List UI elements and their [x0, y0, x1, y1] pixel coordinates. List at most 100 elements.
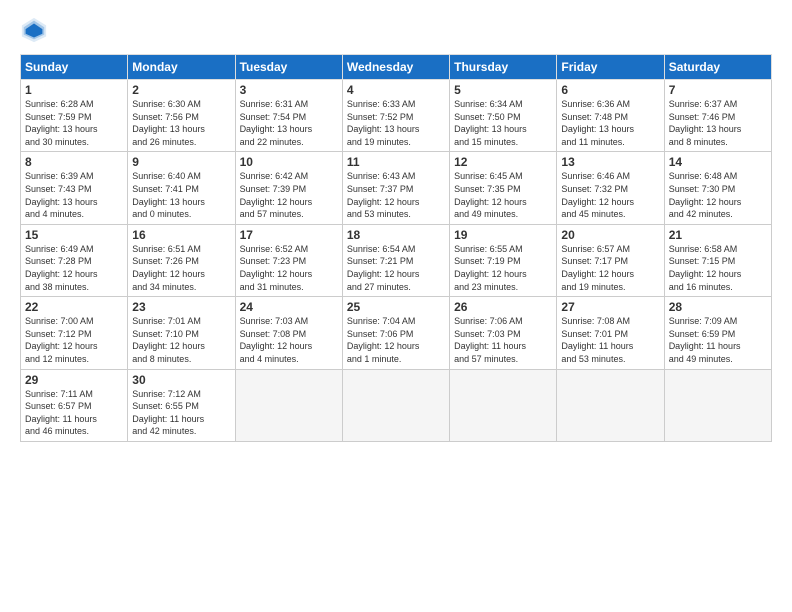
day-info: Sunrise: 6:46 AM Sunset: 7:32 PM Dayligh…	[561, 170, 659, 220]
day-cell: 1Sunrise: 6:28 AM Sunset: 7:59 PM Daylig…	[21, 80, 128, 152]
day-info: Sunrise: 7:00 AM Sunset: 7:12 PM Dayligh…	[25, 315, 123, 365]
day-cell: 14Sunrise: 6:48 AM Sunset: 7:30 PM Dayli…	[664, 152, 771, 224]
day-info: Sunrise: 6:48 AM Sunset: 7:30 PM Dayligh…	[669, 170, 767, 220]
day-number: 3	[240, 83, 338, 97]
day-info: Sunrise: 7:04 AM Sunset: 7:06 PM Dayligh…	[347, 315, 445, 365]
day-number: 17	[240, 228, 338, 242]
week-row-3: 15Sunrise: 6:49 AM Sunset: 7:28 PM Dayli…	[21, 224, 772, 296]
header-sunday: Sunday	[21, 55, 128, 80]
day-cell: 15Sunrise: 6:49 AM Sunset: 7:28 PM Dayli…	[21, 224, 128, 296]
day-info: Sunrise: 6:37 AM Sunset: 7:46 PM Dayligh…	[669, 98, 767, 148]
day-number: 24	[240, 300, 338, 314]
day-cell: 9Sunrise: 6:40 AM Sunset: 7:41 PM Daylig…	[128, 152, 235, 224]
day-cell	[557, 369, 664, 441]
day-info: Sunrise: 6:39 AM Sunset: 7:43 PM Dayligh…	[25, 170, 123, 220]
day-cell: 8Sunrise: 6:39 AM Sunset: 7:43 PM Daylig…	[21, 152, 128, 224]
week-row-1: 1Sunrise: 6:28 AM Sunset: 7:59 PM Daylig…	[21, 80, 772, 152]
header-wednesday: Wednesday	[342, 55, 449, 80]
day-info: Sunrise: 6:42 AM Sunset: 7:39 PM Dayligh…	[240, 170, 338, 220]
day-number: 14	[669, 155, 767, 169]
day-info: Sunrise: 6:36 AM Sunset: 7:48 PM Dayligh…	[561, 98, 659, 148]
day-info: Sunrise: 6:52 AM Sunset: 7:23 PM Dayligh…	[240, 243, 338, 293]
day-cell: 2Sunrise: 6:30 AM Sunset: 7:56 PM Daylig…	[128, 80, 235, 152]
day-number: 1	[25, 83, 123, 97]
day-info: Sunrise: 6:28 AM Sunset: 7:59 PM Dayligh…	[25, 98, 123, 148]
logo	[20, 16, 52, 44]
day-cell: 28Sunrise: 7:09 AM Sunset: 6:59 PM Dayli…	[664, 297, 771, 369]
day-cell: 7Sunrise: 6:37 AM Sunset: 7:46 PM Daylig…	[664, 80, 771, 152]
day-cell: 20Sunrise: 6:57 AM Sunset: 7:17 PM Dayli…	[557, 224, 664, 296]
day-cell: 16Sunrise: 6:51 AM Sunset: 7:26 PM Dayli…	[128, 224, 235, 296]
day-cell	[235, 369, 342, 441]
day-number: 8	[25, 155, 123, 169]
day-cell: 17Sunrise: 6:52 AM Sunset: 7:23 PM Dayli…	[235, 224, 342, 296]
day-number: 22	[25, 300, 123, 314]
day-info: Sunrise: 7:12 AM Sunset: 6:55 PM Dayligh…	[132, 388, 230, 438]
day-info: Sunrise: 7:08 AM Sunset: 7:01 PM Dayligh…	[561, 315, 659, 365]
day-cell: 23Sunrise: 7:01 AM Sunset: 7:10 PM Dayli…	[128, 297, 235, 369]
day-number: 18	[347, 228, 445, 242]
day-info: Sunrise: 6:43 AM Sunset: 7:37 PM Dayligh…	[347, 170, 445, 220]
day-cell: 6Sunrise: 6:36 AM Sunset: 7:48 PM Daylig…	[557, 80, 664, 152]
day-number: 9	[132, 155, 230, 169]
day-number: 16	[132, 228, 230, 242]
day-info: Sunrise: 6:34 AM Sunset: 7:50 PM Dayligh…	[454, 98, 552, 148]
day-number: 2	[132, 83, 230, 97]
header-monday: Monday	[128, 55, 235, 80]
day-info: Sunrise: 7:06 AM Sunset: 7:03 PM Dayligh…	[454, 315, 552, 365]
logo-icon	[20, 16, 48, 44]
day-cell: 4Sunrise: 6:33 AM Sunset: 7:52 PM Daylig…	[342, 80, 449, 152]
day-number: 27	[561, 300, 659, 314]
day-cell: 25Sunrise: 7:04 AM Sunset: 7:06 PM Dayli…	[342, 297, 449, 369]
day-number: 10	[240, 155, 338, 169]
day-number: 12	[454, 155, 552, 169]
day-info: Sunrise: 6:54 AM Sunset: 7:21 PM Dayligh…	[347, 243, 445, 293]
day-cell: 11Sunrise: 6:43 AM Sunset: 7:37 PM Dayli…	[342, 152, 449, 224]
day-number: 29	[25, 373, 123, 387]
day-cell	[450, 369, 557, 441]
day-info: Sunrise: 6:30 AM Sunset: 7:56 PM Dayligh…	[132, 98, 230, 148]
day-cell: 3Sunrise: 6:31 AM Sunset: 7:54 PM Daylig…	[235, 80, 342, 152]
day-cell	[342, 369, 449, 441]
header-row: SundayMondayTuesdayWednesdayThursdayFrid…	[21, 55, 772, 80]
day-cell: 18Sunrise: 6:54 AM Sunset: 7:21 PM Dayli…	[342, 224, 449, 296]
day-number: 15	[25, 228, 123, 242]
day-info: Sunrise: 6:49 AM Sunset: 7:28 PM Dayligh…	[25, 243, 123, 293]
day-cell: 10Sunrise: 6:42 AM Sunset: 7:39 PM Dayli…	[235, 152, 342, 224]
day-info: Sunrise: 6:51 AM Sunset: 7:26 PM Dayligh…	[132, 243, 230, 293]
day-info: Sunrise: 6:55 AM Sunset: 7:19 PM Dayligh…	[454, 243, 552, 293]
day-info: Sunrise: 7:11 AM Sunset: 6:57 PM Dayligh…	[25, 388, 123, 438]
day-cell: 22Sunrise: 7:00 AM Sunset: 7:12 PM Dayli…	[21, 297, 128, 369]
header-tuesday: Tuesday	[235, 55, 342, 80]
day-number: 11	[347, 155, 445, 169]
day-number: 13	[561, 155, 659, 169]
day-number: 6	[561, 83, 659, 97]
day-cell: 26Sunrise: 7:06 AM Sunset: 7:03 PM Dayli…	[450, 297, 557, 369]
header-thursday: Thursday	[450, 55, 557, 80]
day-cell: 13Sunrise: 6:46 AM Sunset: 7:32 PM Dayli…	[557, 152, 664, 224]
day-cell: 27Sunrise: 7:08 AM Sunset: 7:01 PM Dayli…	[557, 297, 664, 369]
header-saturday: Saturday	[664, 55, 771, 80]
day-cell: 30Sunrise: 7:12 AM Sunset: 6:55 PM Dayli…	[128, 369, 235, 441]
day-number: 21	[669, 228, 767, 242]
day-cell: 21Sunrise: 6:58 AM Sunset: 7:15 PM Dayli…	[664, 224, 771, 296]
day-cell: 24Sunrise: 7:03 AM Sunset: 7:08 PM Dayli…	[235, 297, 342, 369]
day-number: 7	[669, 83, 767, 97]
day-number: 30	[132, 373, 230, 387]
day-cell: 12Sunrise: 6:45 AM Sunset: 7:35 PM Dayli…	[450, 152, 557, 224]
day-number: 5	[454, 83, 552, 97]
calendar-table: SundayMondayTuesdayWednesdayThursdayFrid…	[20, 54, 772, 442]
day-info: Sunrise: 6:31 AM Sunset: 7:54 PM Dayligh…	[240, 98, 338, 148]
week-row-4: 22Sunrise: 7:00 AM Sunset: 7:12 PM Dayli…	[21, 297, 772, 369]
day-info: Sunrise: 6:58 AM Sunset: 7:15 PM Dayligh…	[669, 243, 767, 293]
day-info: Sunrise: 6:40 AM Sunset: 7:41 PM Dayligh…	[132, 170, 230, 220]
day-number: 19	[454, 228, 552, 242]
page: SundayMondayTuesdayWednesdayThursdayFrid…	[0, 0, 792, 452]
header-friday: Friday	[557, 55, 664, 80]
day-number: 4	[347, 83, 445, 97]
week-row-2: 8Sunrise: 6:39 AM Sunset: 7:43 PM Daylig…	[21, 152, 772, 224]
day-info: Sunrise: 7:03 AM Sunset: 7:08 PM Dayligh…	[240, 315, 338, 365]
day-cell: 29Sunrise: 7:11 AM Sunset: 6:57 PM Dayli…	[21, 369, 128, 441]
day-cell: 5Sunrise: 6:34 AM Sunset: 7:50 PM Daylig…	[450, 80, 557, 152]
day-info: Sunrise: 7:09 AM Sunset: 6:59 PM Dayligh…	[669, 315, 767, 365]
